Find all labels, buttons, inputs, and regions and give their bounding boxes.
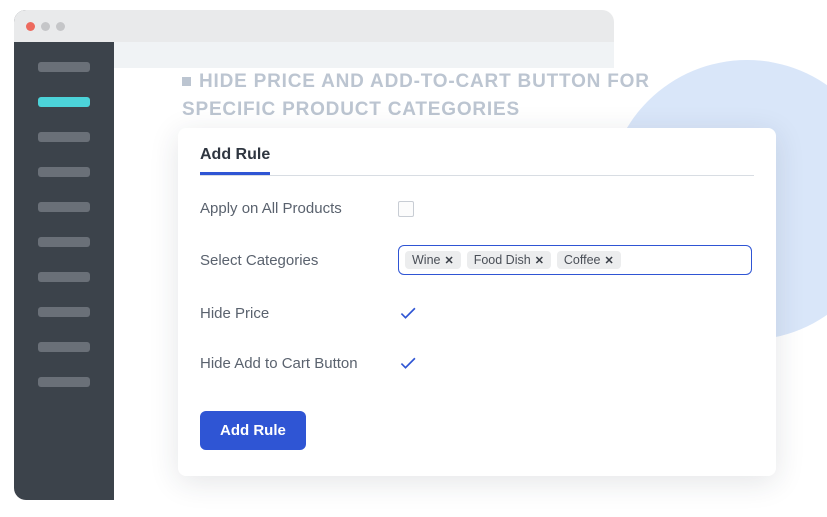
sidebar-item[interactable] (38, 307, 90, 317)
category-tag-label: Wine (412, 253, 440, 267)
sidebar-item[interactable] (38, 167, 90, 177)
remove-tag-icon[interactable]: ✕ (605, 254, 614, 267)
sidebar-item[interactable] (38, 342, 90, 352)
select-categories-label: Select Categories (200, 252, 398, 269)
categories-input[interactable]: Wine ✕ Food Dish ✕ Coffee ✕ (398, 245, 752, 275)
content-header-bar (114, 42, 614, 68)
sidebar-item[interactable] (38, 272, 90, 282)
hide-price-label: Hide Price (200, 305, 398, 322)
apply-all-checkbox[interactable] (398, 201, 414, 217)
remove-tag-icon[interactable]: ✕ (535, 254, 544, 267)
minimize-dot-icon[interactable] (41, 22, 50, 31)
row-hide-cart: Hide Add to Cart Button (200, 353, 754, 373)
row-hide-price: Hide Price (200, 303, 754, 323)
category-tag[interactable]: Coffee ✕ (557, 251, 621, 269)
add-rule-card: Add Rule Apply on All Products Select Ca… (178, 128, 776, 476)
tab-add-rule[interactable]: Add Rule (200, 142, 270, 175)
window-titlebar (14, 10, 614, 42)
remove-tag-icon[interactable]: ✕ (444, 254, 453, 267)
category-tag[interactable]: Food Dish ✕ (467, 251, 551, 269)
row-apply-all: Apply on All Products (200, 200, 754, 217)
sidebar-item[interactable] (38, 202, 90, 212)
hide-price-checkbox[interactable] (398, 303, 418, 323)
sidebar-item[interactable] (38, 237, 90, 247)
apply-all-label: Apply on All Products (200, 200, 398, 217)
sidebar (14, 10, 114, 500)
check-icon (398, 353, 418, 373)
sidebar-item[interactable] (38, 62, 90, 72)
add-rule-button[interactable]: Add Rule (200, 411, 306, 450)
hide-cart-checkbox[interactable] (398, 353, 418, 373)
category-tag-label: Coffee (564, 253, 601, 267)
close-dot-icon[interactable] (26, 22, 35, 31)
maximize-dot-icon[interactable] (56, 22, 65, 31)
sidebar-item[interactable] (38, 132, 90, 142)
hide-cart-label: Hide Add to Cart Button (200, 355, 398, 372)
sidebar-item-active[interactable] (38, 97, 90, 107)
check-icon (398, 303, 418, 323)
category-tag-label: Food Dish (474, 253, 531, 267)
category-tag[interactable]: Wine ✕ (405, 251, 461, 269)
sidebar-item[interactable] (38, 377, 90, 387)
row-select-categories: Select Categories Wine ✕ Food Dish ✕ Cof… (200, 245, 754, 275)
tabs: Add Rule (200, 142, 754, 176)
